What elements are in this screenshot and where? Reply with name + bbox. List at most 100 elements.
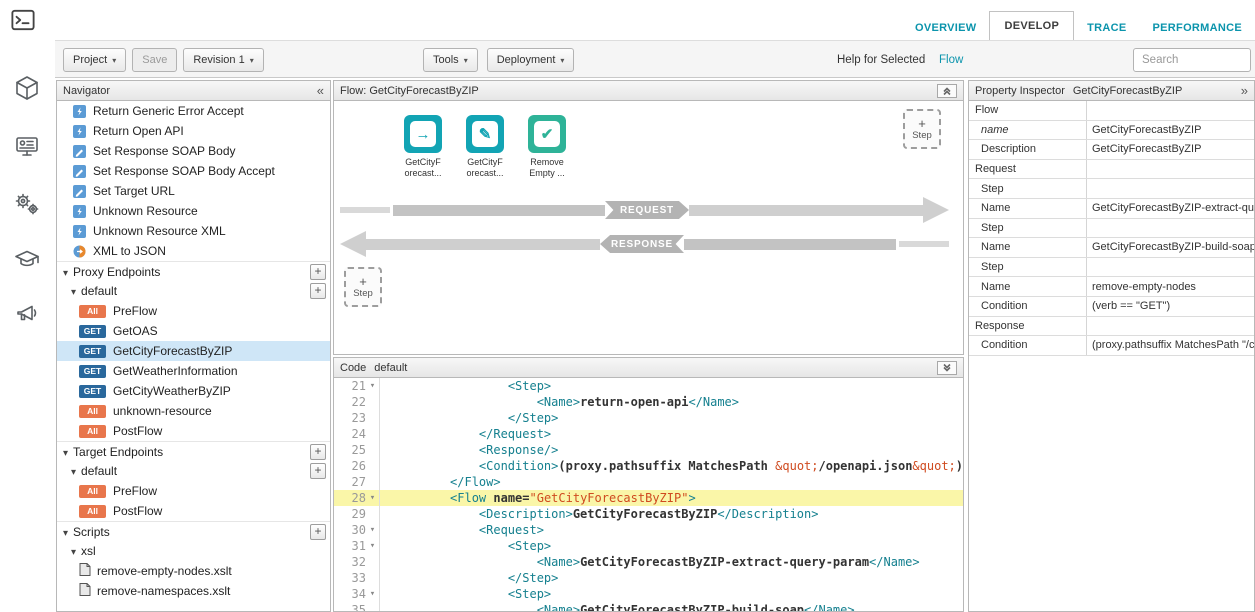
add-flow-button[interactable]: + (310, 463, 326, 479)
fold-caret-icon[interactable]: ▾ (366, 490, 380, 506)
line-number[interactable]: 31 (334, 538, 366, 554)
terminal-icon[interactable] (10, 8, 36, 32)
section-proxy-endpoints[interactable]: Proxy Endpoints+ (57, 261, 330, 281)
line-number[interactable]: 27 (334, 474, 366, 490)
line-number[interactable]: 21 (334, 378, 366, 394)
code-line-text[interactable]: <Flow name="GetCityForecastByZIP"> (380, 490, 696, 506)
policy-item[interactable]: Unknown Resource XML (57, 221, 330, 241)
flow-item-unknown-resource[interactable]: Allunknown-resource (57, 401, 330, 421)
code-line[interactable]: 30▾<Request> (334, 522, 963, 538)
admin-gears-icon[interactable] (13, 190, 41, 218)
code-line[interactable]: 28▾<Flow name="GetCityForecastByZIP"> (334, 490, 963, 506)
line-number[interactable]: 32 (334, 554, 366, 570)
property-row[interactable]: NameGetCityForecastByZIP-build-soap (969, 238, 1254, 258)
add-step-button[interactable]: + Step (344, 267, 382, 307)
help-flow-link[interactable]: Flow (939, 54, 963, 66)
code-line-text[interactable]: </Step> (380, 410, 558, 426)
line-number[interactable]: 22 (334, 394, 366, 410)
flow-item-getoas[interactable]: GETGetOAS (57, 321, 330, 341)
code-line[interactable]: 21▾<Step> (334, 378, 963, 394)
revision-menu-button[interactable]: Revision 1▾ (183, 48, 263, 72)
code-line-text[interactable]: <Response/> (380, 442, 558, 458)
collapse-flow-panel-icon[interactable] (937, 84, 957, 98)
fold-caret-icon[interactable]: ▾ (366, 538, 380, 554)
flow-item-postflow[interactable]: AllPostFlow (57, 421, 330, 441)
code-line[interactable]: 32 <Name>GetCityForecastByZIP-extract-que… (334, 554, 963, 570)
target-endpoint-default[interactable]: default+ (57, 461, 330, 481)
tab-overview[interactable]: OVERVIEW (902, 15, 990, 40)
fold-caret-icon[interactable]: ▾ (366, 522, 380, 538)
line-number[interactable]: 35 (334, 602, 366, 611)
line-number[interactable]: 23 (334, 410, 366, 426)
property-row[interactable]: NameGetCityForecastByZIP-extract-query-p… (969, 199, 1254, 219)
code-line[interactable]: 29 <Description>GetCityForecastByZIP</Des… (334, 506, 963, 522)
line-number[interactable]: 25 (334, 442, 366, 458)
code-line[interactable]: 23 </Step> (334, 410, 963, 426)
flow-item-getcityweatherbyzip[interactable]: GETGetCityWeatherByZIP (57, 381, 330, 401)
policy-item[interactable]: Return Open API (57, 121, 330, 141)
code-line-text[interactable]: </Request> (380, 426, 551, 442)
code-line[interactable]: 35<Name>GetCityForecastByZIP-build-soap<… (334, 602, 963, 611)
target-flow-preflow[interactable]: AllPreFlow (57, 481, 330, 501)
flow-item-getcityforecastbyzip[interactable]: GETGetCityForecastByZIP (57, 341, 330, 361)
property-row[interactable]: nameGetCityForecastByZIP (969, 121, 1254, 141)
section-scripts[interactable]: Scripts+ (57, 521, 330, 541)
code-line-text[interactable]: <Description>GetCityForecastByZIP</Descr… (380, 506, 818, 522)
policy-item[interactable]: Set Response SOAP Body Accept (57, 161, 330, 181)
section-target-endpoints[interactable]: Target Endpoints+ (57, 441, 330, 461)
script-file-item[interactable]: remove-namespaces.xslt (57, 581, 330, 601)
policy-item[interactable]: XML to JSON (57, 241, 330, 261)
save-button[interactable]: Save (132, 48, 177, 72)
deployment-menu-button[interactable]: Deployment▾ (487, 48, 575, 72)
script-file-item[interactable]: remove-empty-nodes.xslt (57, 561, 330, 581)
tab-trace[interactable]: TRACE (1074, 15, 1139, 40)
fold-caret-icon[interactable]: ▾ (366, 378, 380, 394)
add-step-button[interactable]: + Step (903, 109, 941, 149)
develop-icon[interactable] (13, 132, 41, 160)
code-line[interactable]: 31▾<Step> (334, 538, 963, 554)
code-line-text[interactable]: <Request> (380, 522, 544, 538)
line-number[interactable]: 34 (334, 586, 366, 602)
flow-step[interactable]: → GetCityForecast... (400, 115, 446, 178)
policy-item[interactable]: Set Target URL (57, 181, 330, 201)
property-row[interactable]: Nameremove-empty-nodes (969, 277, 1254, 297)
expand-inspector-icon[interactable]: » (1241, 83, 1248, 98)
property-row[interactable]: Condition(verb == "GET") (969, 297, 1254, 317)
code-line-text[interactable]: </Flow> (380, 474, 501, 490)
code-line[interactable]: 34▾<Step> (334, 586, 963, 602)
flow-item-getweatherinformation[interactable]: GETGetWeatherInformation (57, 361, 330, 381)
code-line[interactable]: 26<Condition>(proxy.pathsuffix MatchesPa… (334, 458, 963, 474)
add-script-button[interactable]: + (310, 524, 326, 540)
add-target-endpoint-button[interactable]: + (310, 444, 326, 460)
code-line[interactable]: 22 <Name>return-open-api</Name> (334, 394, 963, 410)
flow-item-preflow[interactable]: AllPreFlow (57, 301, 330, 321)
tab-develop[interactable]: DEVELOP (989, 11, 1074, 40)
project-menu-button[interactable]: Project▾ (63, 48, 126, 72)
support-megaphone-icon[interactable] (13, 300, 41, 328)
property-row[interactable]: Condition(proxy.pathsuffix MatchesPath "… (969, 336, 1254, 356)
search-input[interactable] (1133, 48, 1251, 72)
flow-step[interactable]: ✎ GetCityForecast... (462, 115, 508, 178)
line-number[interactable]: 30 (334, 522, 366, 538)
target-flow-postflow[interactable]: AllPostFlow (57, 501, 330, 521)
policy-item[interactable]: Set Response SOAP Body (57, 141, 330, 161)
proxy-endpoint-default[interactable]: default+ (57, 281, 330, 301)
scripts-group-xsl[interactable]: xsl (57, 541, 330, 561)
flow-step[interactable]: ✔ RemoveEmpty ... (524, 115, 570, 178)
code-editor[interactable]: 21▾<Step>22<Name>return-open-api</Name>2… (334, 378, 963, 611)
code-line[interactable]: 24</Request> (334, 426, 963, 442)
line-number[interactable]: 29 (334, 506, 366, 522)
code-line[interactable]: 25 <Response/> (334, 442, 963, 458)
code-line-text[interactable]: <Name>return-open-api</Name> (380, 394, 739, 410)
add-flow-button[interactable]: + (310, 283, 326, 299)
tab-performance[interactable]: PERFORMANCE (1140, 15, 1255, 40)
api-proxies-icon[interactable] (13, 74, 41, 102)
policy-item[interactable]: Unknown Resource (57, 201, 330, 221)
code-line-text[interactable]: <Name>GetCityForecastByZIP-extract-query… (380, 554, 920, 570)
learn-graduation-cap-icon[interactable] (13, 245, 41, 273)
policy-item[interactable]: Return Generic Error Accept (57, 101, 330, 121)
collapse-navigator-icon[interactable]: « (317, 83, 324, 98)
code-line-text[interactable]: <Step> (380, 538, 551, 554)
line-number[interactable]: 33 (334, 570, 366, 586)
code-line-text[interactable]: </Step> (380, 570, 558, 586)
